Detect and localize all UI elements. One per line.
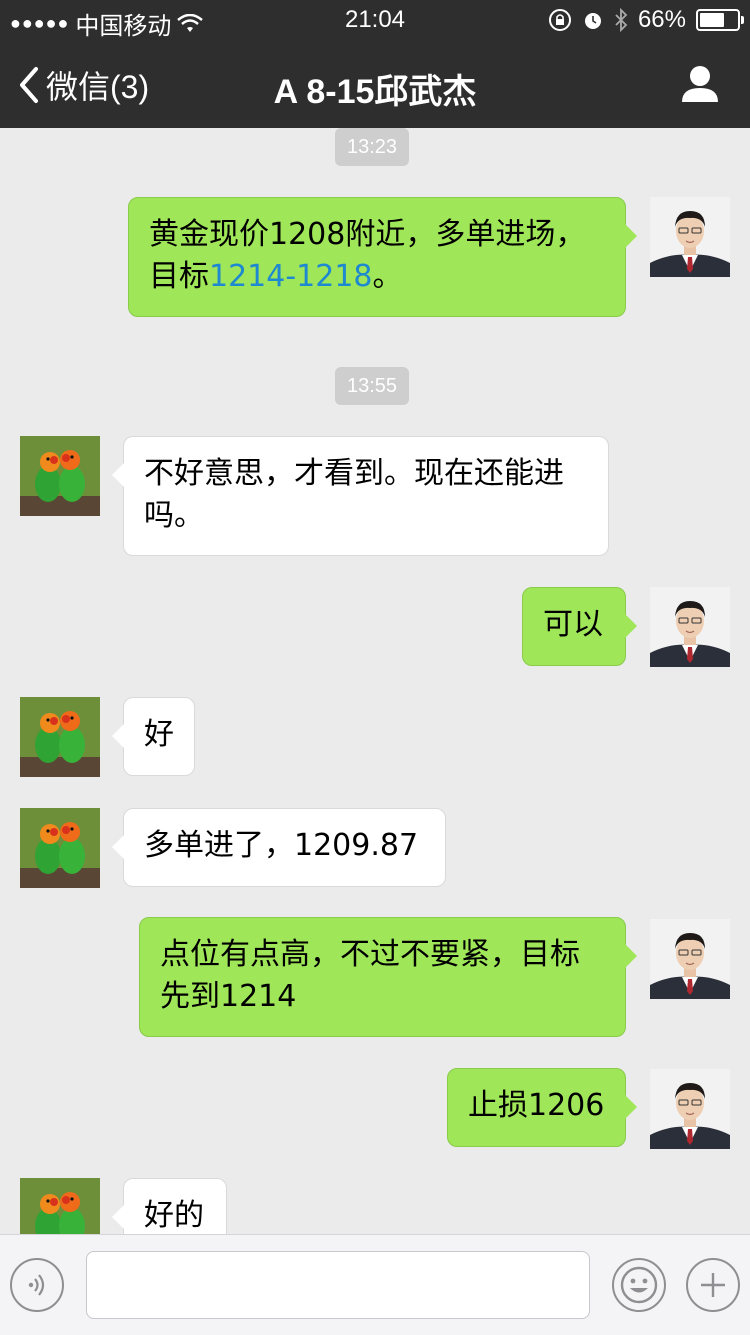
avatar-man[interactable]: [650, 587, 730, 667]
message-text: 多单进了，1209.87: [144, 828, 419, 863]
plus-icon: [701, 1273, 725, 1297]
message-text: 黄金现价1208附近，多单进场，: [149, 217, 586, 252]
battery-percent: 66%: [637, 6, 686, 33]
message-text: 。: [372, 259, 403, 294]
avatar-parrots[interactable]: [20, 697, 100, 777]
message-text: 点位有点高，不过不要紧，目标: [160, 937, 580, 972]
message-bubble-received[interactable]: 不好意思，才看到。现在还能进 吗。: [112, 436, 609, 556]
plus-button[interactable]: [686, 1258, 740, 1312]
timestamp: 13:55: [335, 367, 410, 405]
avatar-man[interactable]: [650, 919, 730, 999]
message-bubble-sent[interactable]: 止损1206: [447, 1068, 637, 1147]
avatar-man[interactable]: [650, 1069, 730, 1149]
message-input[interactable]: [86, 1251, 590, 1319]
input-bar: [0, 1234, 750, 1335]
avatar-parrots[interactable]: [20, 808, 100, 888]
chat-title: A 8-15邱武杰: [273, 73, 477, 111]
lock-rotation-icon: [548, 9, 571, 31]
message-text: 不好意思，才看到。现在还能进: [144, 456, 564, 491]
phone-number-link[interactable]: 1214-1218: [209, 259, 373, 294]
message-text: 先到1214: [160, 979, 297, 1014]
timestamp: 13:23: [335, 128, 410, 166]
alarm-icon: [584, 13, 601, 29]
person-icon[interactable]: [680, 64, 720, 104]
avatar-parrots[interactable]: [20, 1178, 100, 1234]
status-bar: ●●●●● 中国移动 21:04 66%: [0, 0, 750, 40]
message-bubble-sent[interactable]: 可以: [522, 587, 637, 666]
message-text: 止损1206: [468, 1088, 605, 1123]
message-text: 好: [144, 717, 174, 752]
voice-button[interactable]: [10, 1258, 64, 1312]
message-text: 好的: [144, 1198, 204, 1233]
message-text: 可以: [543, 607, 603, 642]
avatar-man[interactable]: [650, 197, 730, 277]
message-bubble-received[interactable]: 好: [112, 697, 195, 776]
message-bubble-received[interactable]: 好的: [112, 1178, 227, 1234]
nav-bar: 微信(3) A 8-15邱武杰: [0, 40, 750, 128]
message-bubble-received[interactable]: 多单进了，1209.87: [112, 808, 446, 887]
message-text: 目标: [149, 259, 209, 294]
emoji-icon: [620, 1266, 658, 1304]
message-bubble-sent[interactable]: 点位有点高，不过不要紧，目标 先到1214: [139, 917, 637, 1037]
chat-area[interactable]: 13:23 黄金现价1208附近，多单进场， 目标1214-1218。 13:5…: [0, 128, 750, 1234]
emoji-button[interactable]: [612, 1258, 666, 1312]
battery-icon: [696, 9, 744, 31]
voice-icon: [28, 1274, 45, 1296]
status-right: 66%: [548, 6, 744, 34]
message-bubble-sent[interactable]: 黄金现价1208附近，多单进场， 目标1214-1218。: [128, 197, 637, 317]
bluetooth-icon: [615, 8, 628, 32]
battery-fill: [700, 13, 724, 27]
message-text: 吗。: [144, 498, 204, 533]
avatar-parrots[interactable]: [20, 436, 100, 516]
